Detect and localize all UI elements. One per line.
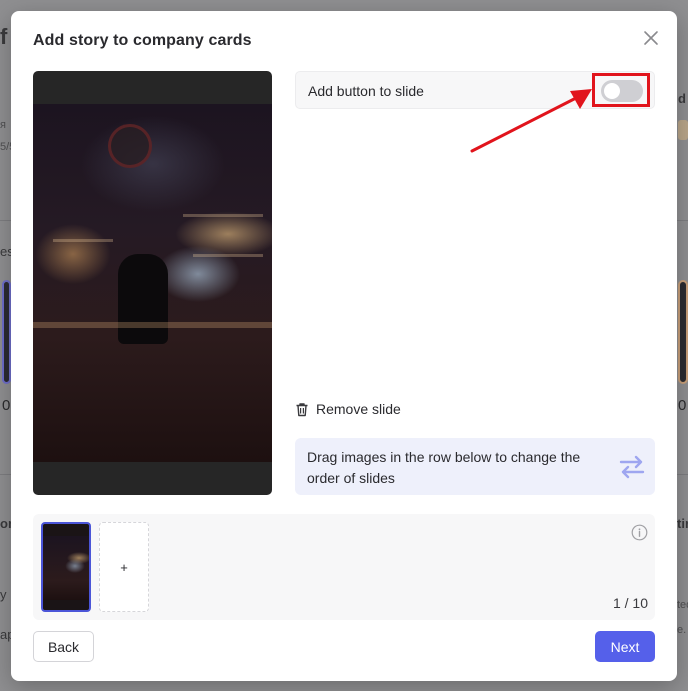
slide-thumbnail[interactable]	[41, 522, 91, 612]
remove-slide-label: Remove slide	[316, 401, 401, 417]
add-story-modal: Add story to company cards Add button to…	[11, 11, 677, 681]
slide-preview	[33, 71, 272, 495]
bg-divider	[0, 220, 11, 221]
reorder-hint-text: Drag images in the row below to change t…	[307, 449, 581, 486]
close-button[interactable]	[640, 27, 662, 49]
reorder-hint: Drag images in the row below to change t…	[295, 438, 655, 495]
slides-counter: 1 / 10	[612, 595, 648, 611]
bg-story-card	[678, 280, 688, 384]
add-button-toggle-row: Add button to slide	[295, 71, 655, 109]
bg-text-fragment: 0	[2, 397, 11, 414]
bg-text-fragment: ted	[677, 599, 688, 611]
bg-text-fragment: e.	[677, 624, 687, 636]
info-icon[interactable]	[631, 524, 648, 541]
bg-text-fragment: f	[0, 24, 8, 49]
bg-text-fragment: y	[0, 587, 7, 602]
bg-story-card	[2, 280, 11, 384]
bg-divider	[677, 220, 688, 221]
bg-text-fragment: d	[678, 91, 686, 106]
slide-preview-image	[33, 104, 272, 462]
bg-divider	[677, 474, 688, 475]
slides-strip: + 1 / 10	[33, 514, 655, 620]
bg-text-fragment: tir	[677, 516, 688, 531]
toggle-knob	[604, 83, 620, 99]
add-button-toggle[interactable]	[601, 80, 643, 102]
add-slide-button[interactable]: +	[99, 522, 149, 612]
bg-divider	[0, 474, 11, 475]
modal-title: Add story to company cards	[33, 32, 252, 49]
close-icon	[644, 31, 658, 45]
swap-arrows-icon	[619, 455, 645, 479]
bg-text-fragment: я	[0, 119, 6, 131]
bg-text-fragment: 0	[678, 397, 687, 414]
remove-slide-button[interactable]: Remove slide	[295, 399, 401, 419]
trash-icon	[296, 402, 308, 416]
bg-badge	[678, 120, 688, 140]
back-button[interactable]: Back	[33, 631, 94, 662]
add-button-toggle-label: Add button to slide	[308, 83, 424, 99]
next-button[interactable]: Next	[595, 631, 655, 662]
